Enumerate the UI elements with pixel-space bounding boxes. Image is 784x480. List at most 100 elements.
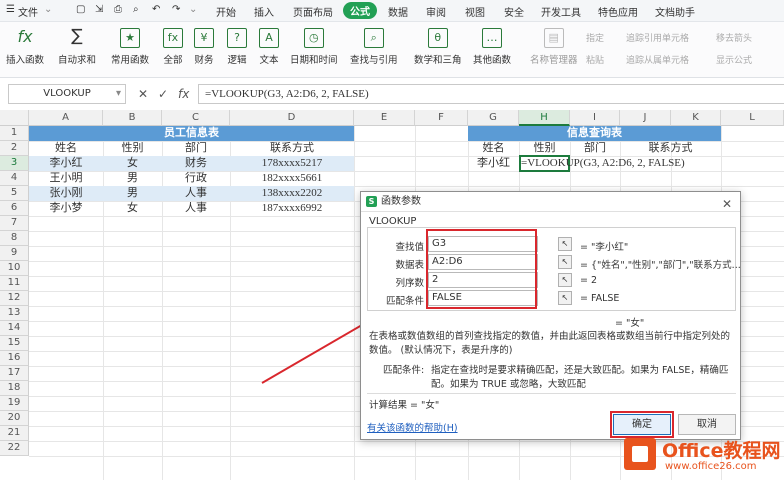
- table-cell[interactable]: 男: [103, 171, 162, 186]
- table-header-cell[interactable]: 姓名: [29, 141, 103, 156]
- row-header[interactable]: 7: [0, 216, 29, 231]
- menu-icon[interactable]: ☰: [6, 4, 15, 15]
- row-header[interactable]: 9: [0, 246, 29, 261]
- column-header[interactable]: L: [721, 110, 784, 126]
- table-header-cell[interactable]: 性别: [519, 141, 570, 156]
- chevron-down-icon[interactable]: ⌄: [44, 4, 52, 15]
- table-cell[interactable]: 178xxxx5217: [230, 156, 354, 171]
- show-formulas-button[interactable]: 显示公式: [716, 53, 752, 66]
- cancel-button[interactable]: 取消: [678, 414, 736, 435]
- confirm-icon[interactable]: ✓: [158, 87, 168, 101]
- remove-arrows-button[interactable]: 移去箭头: [716, 31, 752, 44]
- table-header-cell[interactable]: 部门: [162, 141, 230, 156]
- chevron-down-icon[interactable]: ▾: [116, 85, 121, 103]
- column-header[interactable]: D: [230, 110, 354, 126]
- row-header[interactable]: 5: [0, 186, 29, 201]
- row-header[interactable]: 22: [0, 441, 29, 456]
- collapse-dialog-icon[interactable]: ↖: [558, 255, 572, 269]
- table-cell[interactable]: 李小红: [29, 156, 103, 171]
- tab-doc-assistant[interactable]: 文档助手: [655, 4, 695, 19]
- table-header-cell[interactable]: 性别: [103, 141, 162, 156]
- table-cell[interactable]: 182xxxx5661: [230, 171, 354, 186]
- more-icon[interactable]: ⌄: [189, 4, 197, 15]
- logical-button[interactable]: ? 逻辑: [227, 28, 247, 66]
- row-header[interactable]: 16: [0, 351, 29, 366]
- collapse-dialog-icon[interactable]: ↖: [558, 273, 572, 287]
- tab-view[interactable]: 视图: [465, 4, 485, 19]
- name-manager-button[interactable]: ▤ 名称管理器: [530, 28, 578, 66]
- collapse-dialog-icon[interactable]: ↖: [558, 291, 572, 305]
- row-header[interactable]: 21: [0, 426, 29, 441]
- define-name-button[interactable]: 指定: [586, 31, 604, 44]
- save-icon[interactable]: ▢: [76, 4, 85, 15]
- row-header[interactable]: 1: [0, 126, 29, 141]
- row-header[interactable]: 2: [0, 141, 29, 156]
- dialog-title-bar[interactable]: S 函数参数 ✕: [361, 192, 740, 212]
- tab-features[interactable]: 特色应用: [598, 4, 638, 19]
- table-header-cell[interactable]: 联系方式: [620, 141, 721, 156]
- row-header[interactable]: 13: [0, 306, 29, 321]
- column-header[interactable]: H: [519, 110, 570, 126]
- formula-input[interactable]: =VLOOKUP(G3, A2:D6, 2, FALSE): [198, 84, 784, 104]
- paste-name-button[interactable]: 粘贴: [586, 53, 604, 66]
- all-functions-button[interactable]: fx 全部: [163, 28, 183, 66]
- table-cell[interactable]: 人事: [162, 186, 230, 201]
- row-header[interactable]: 10: [0, 261, 29, 276]
- close-icon[interactable]: ✕: [722, 194, 732, 214]
- table-cell[interactable]: 行政: [162, 171, 230, 186]
- column-header[interactable]: A: [29, 110, 103, 126]
- print-icon[interactable]: ⎙: [114, 4, 122, 15]
- row-header[interactable]: 14: [0, 321, 29, 336]
- table-cell[interactable]: 男: [103, 186, 162, 201]
- row-header[interactable]: 18: [0, 381, 29, 396]
- tab-page-layout[interactable]: 页面布局: [293, 4, 333, 19]
- lookup-reference-button[interactable]: ⌕ 查找与引用: [350, 28, 398, 66]
- row-header[interactable]: 12: [0, 291, 29, 306]
- column-header[interactable]: B: [103, 110, 162, 126]
- table-header-cell[interactable]: 联系方式: [230, 141, 354, 156]
- name-box[interactable]: VLOOKUP ▾: [8, 84, 126, 104]
- math-trig-button[interactable]: θ 数学和三角: [414, 28, 462, 66]
- row-header[interactable]: 11: [0, 276, 29, 291]
- row-header[interactable]: 3: [0, 156, 29, 171]
- table-cell[interactable]: 女: [103, 156, 162, 171]
- tab-developer[interactable]: 开发工具: [541, 4, 581, 19]
- preview-icon[interactable]: ⌕: [133, 4, 139, 15]
- cancel-icon[interactable]: ✕: [138, 87, 148, 101]
- query-name-cell[interactable]: 李小红: [468, 156, 519, 171]
- row-header[interactable]: 15: [0, 336, 29, 351]
- fx-icon[interactable]: fx: [178, 87, 189, 101]
- table-cell[interactable]: 138xxxx2202: [230, 186, 354, 201]
- table-cell[interactable]: 李小梦: [29, 201, 103, 216]
- tab-home[interactable]: 开始: [216, 4, 236, 19]
- trace-precedents-button[interactable]: 追踪引用单元格: [626, 31, 689, 44]
- export-icon[interactable]: ⇲: [95, 4, 103, 15]
- tab-review[interactable]: 审阅: [426, 4, 446, 19]
- undo-icon[interactable]: ↶: [152, 4, 160, 15]
- help-link[interactable]: 有关该函数的帮助(H): [367, 420, 458, 434]
- row-header[interactable]: 19: [0, 396, 29, 411]
- row-header[interactable]: 17: [0, 366, 29, 381]
- column-header[interactable]: C: [162, 110, 230, 126]
- table-header-cell[interactable]: 部门: [570, 141, 620, 156]
- tab-insert[interactable]: 插入: [254, 4, 274, 19]
- column-header[interactable]: F: [415, 110, 468, 126]
- active-cell-formula[interactable]: =VLOOKUP(G3, A2:D6, 2, FALSE): [521, 156, 685, 171]
- column-header[interactable]: K: [671, 110, 721, 126]
- financial-button[interactable]: ¥ 财务: [194, 28, 214, 66]
- tab-data[interactable]: 数据: [388, 4, 408, 19]
- common-functions-button[interactable]: ★ 常用函数: [111, 28, 149, 66]
- insert-function-button[interactable]: fx 插入函数: [6, 28, 44, 66]
- column-header[interactable]: G: [468, 110, 519, 126]
- autosum-button[interactable]: ∑ 自动求和: [58, 28, 96, 67]
- date-time-button[interactable]: ◷ 日期和时间: [290, 28, 338, 66]
- column-header[interactable]: E: [354, 110, 415, 126]
- tab-security[interactable]: 安全: [504, 4, 524, 19]
- collapse-dialog-icon[interactable]: ↖: [558, 237, 572, 251]
- other-functions-button[interactable]: … 其他函数: [473, 28, 511, 66]
- table-cell[interactable]: 女: [103, 201, 162, 216]
- select-all-corner[interactable]: [0, 110, 29, 126]
- table-cell[interactable]: 张小刚: [29, 186, 103, 201]
- column-header[interactable]: J: [620, 110, 671, 126]
- table-cell[interactable]: 王小明: [29, 171, 103, 186]
